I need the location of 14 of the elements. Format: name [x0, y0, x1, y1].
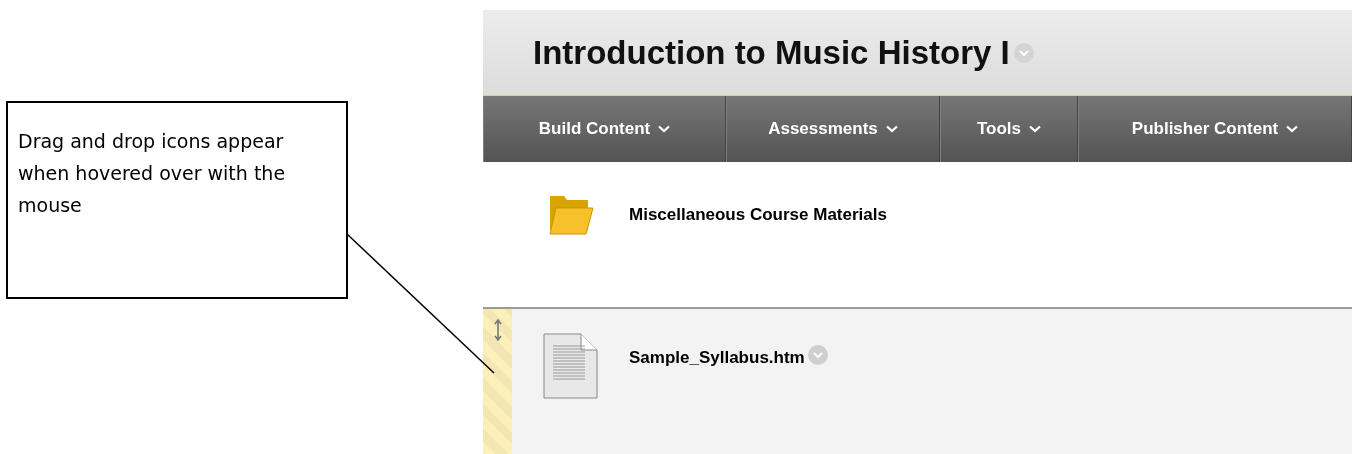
chevron-down-icon	[658, 125, 671, 133]
course-title: Introduction to Music History I	[533, 32, 1010, 73]
document-icon	[542, 333, 599, 399]
chevron-down-icon	[1029, 125, 1042, 133]
chevron-down-icon	[1286, 125, 1299, 133]
chevron-down-icon	[885, 125, 898, 133]
callout-text: Drag and drop icons appear when hovered over with the mouse	[6, 101, 348, 299]
item-title[interactable]: Miscellaneous Course Materials	[629, 202, 887, 228]
drag-handle[interactable]	[483, 309, 512, 454]
item-title[interactable]: Sample_Syllabus.htm	[629, 345, 805, 371]
dropdown-icon[interactable]	[1013, 42, 1034, 63]
dropdown-icon[interactable]	[807, 345, 828, 365]
drag-arrows-icon	[493, 319, 502, 341]
content-item[interactable]: Sample_Syllabus.htm	[483, 307, 1352, 454]
